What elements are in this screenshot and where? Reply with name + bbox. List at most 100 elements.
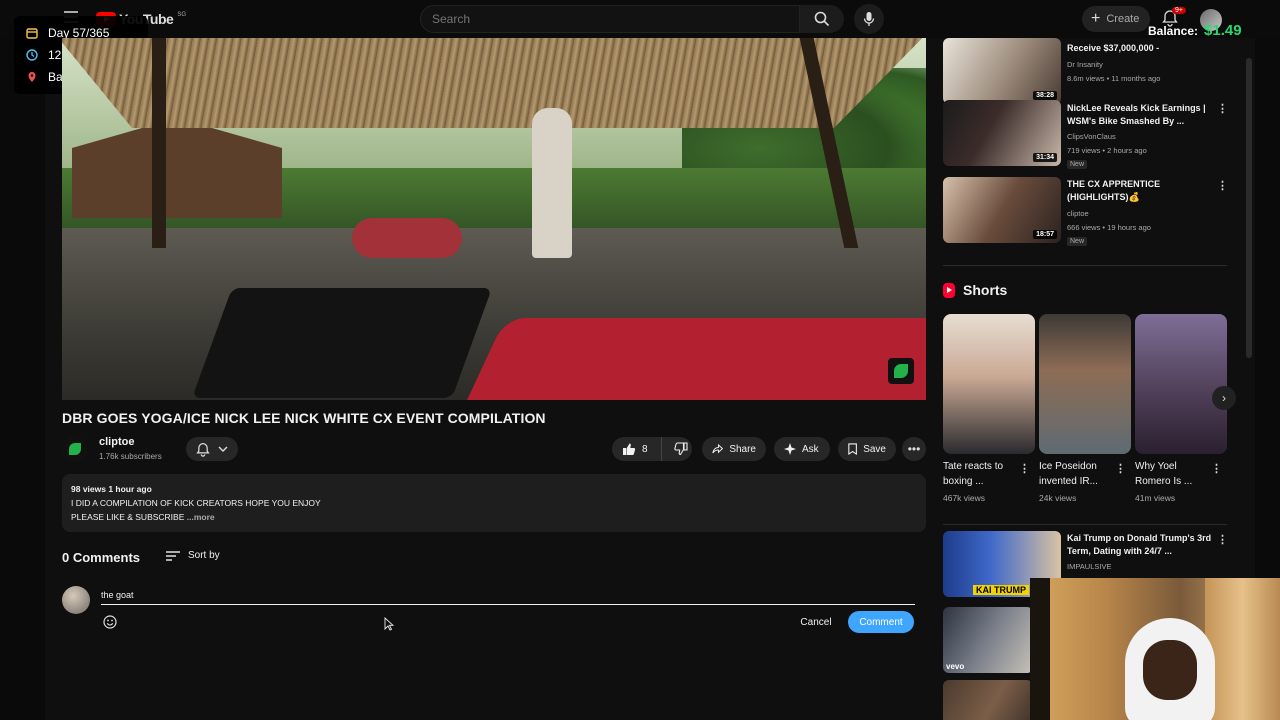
short-title[interactable]: Why Yoel Romero Is ... (1135, 459, 1211, 489)
short-title[interactable]: Ice Poseidon invented IR... (1039, 459, 1115, 489)
cliptoe-logo-icon (894, 364, 908, 378)
description-more-link[interactable]: ...more (187, 512, 215, 522)
search-icon (814, 11, 830, 27)
channel-name[interactable]: cliptoe (1067, 209, 1089, 218)
shorts-next-button[interactable]: › (1212, 386, 1236, 410)
share-label: Share (729, 443, 756, 455)
description-line-2: PLEASE LIKE & SUBSCRIBE ...more (71, 510, 917, 524)
divider (943, 265, 1227, 266)
bell-icon (196, 442, 210, 457)
sort-comments-button[interactable]: Sort by (166, 550, 220, 561)
chevron-right-icon: › (1222, 391, 1226, 405)
video-frame-mat (352, 218, 462, 258)
ask-button[interactable]: Ask (774, 437, 830, 461)
comments-count: 0 Comments (62, 550, 141, 565)
video-frame-cushion (458, 318, 926, 400)
channel-name[interactable]: ClipsVonClaus (1067, 132, 1116, 141)
sparkle-icon (784, 443, 796, 455)
video-duration: 31:34 (1033, 153, 1057, 162)
channel-name[interactable]: cliptoe (99, 436, 134, 448)
ask-label: Ask (802, 443, 819, 455)
notification-badge: 9+ (1172, 7, 1186, 14)
balance-overlay: Balance: $1.49 (1148, 22, 1242, 39)
share-button[interactable]: Share (702, 437, 766, 461)
webcam-shadow (1030, 578, 1050, 720)
video-title: DBR GOES YOGA/ICE NICK LEE NICK WHITE CX… (62, 410, 546, 426)
video-frame-post (152, 38, 166, 248)
video-frame-roof (62, 38, 926, 128)
dislike-button[interactable] (668, 442, 688, 456)
video-thumbnail[interactable]: vevo (943, 607, 1033, 673)
webcam-curtain (1205, 578, 1280, 720)
new-badge: New (1067, 160, 1088, 169)
top-bar: YouTube SG + Create 9+ (0, 0, 1280, 38)
more-vertical-icon[interactable]: ⋮ (1019, 462, 1030, 475)
balance-value: $1.49 (1204, 22, 1242, 39)
video-thumbnail[interactable]: 31:34 (943, 100, 1061, 166)
description-box[interactable]: 98 views 1 hour ago I DID A COMPILATION … (62, 474, 926, 532)
location-pin-icon (28, 72, 36, 82)
search-input[interactable] (421, 6, 799, 32)
more-vertical-icon[interactable]: ⋮ (1115, 462, 1126, 475)
view-count-and-date: 98 views 1 hour ago (71, 484, 152, 494)
video-thumbnail[interactable]: 38:28 (943, 38, 1061, 104)
sidebar-scrollbar[interactable] (1246, 58, 1252, 358)
recommended-video[interactable]: 38:28 Receive $37,000,000 - Dr Insanity … (943, 38, 1243, 108)
more-vertical-icon[interactable]: ⋮ (1211, 462, 1222, 475)
sort-label: Sort by (188, 550, 220, 561)
thumbs-up-icon (623, 443, 636, 455)
like-count: 8 (642, 443, 648, 455)
short-title[interactable]: Tate reacts to boxing ... (943, 459, 1019, 489)
video-title[interactable]: THE CX APPRENTICE (HIGHLIGHTS)💰 (1067, 178, 1215, 204)
submit-comment-button[interactable]: Comment (848, 611, 914, 633)
more-vertical-icon[interactable]: ⋮ (1217, 102, 1228, 115)
channel-name[interactable]: Dr Insanity (1067, 60, 1103, 69)
video-duration: 18:57 (1033, 230, 1057, 239)
video-player[interactable] (62, 38, 926, 400)
recommended-video[interactable]: 18:57 THE CX APPRENTICE (HIGHLIGHTS)💰 cl… (943, 177, 1243, 247)
balance-label: Balance: (1148, 23, 1199, 38)
share-icon (712, 443, 724, 454)
video-views: 666 views • 19 hours ago (1067, 223, 1151, 232)
create-button[interactable]: + Create (1082, 6, 1150, 32)
video-title[interactable]: NickLee Reveals Kick Earnings | WSM's Bi… (1067, 102, 1215, 128)
cancel-button[interactable]: Cancel (790, 611, 842, 633)
voice-search-button[interactable] (854, 4, 884, 34)
search-box (420, 5, 800, 33)
short-thumbnail[interactable] (1135, 314, 1227, 454)
channel-name[interactable]: IMPAULSIVE (1067, 562, 1111, 571)
short-views: 467k views (943, 493, 986, 503)
channel-watermark[interactable] (888, 358, 914, 384)
more-actions-button[interactable]: ••• (902, 437, 926, 461)
video-title[interactable]: Receive $37,000,000 - (1067, 42, 1215, 55)
divider (943, 524, 1227, 525)
shorts-label: Shorts (963, 282, 1008, 298)
more-vertical-icon[interactable]: ⋮ (1217, 179, 1228, 192)
subscriber-count: 1.76k subscribers (99, 452, 162, 461)
more-horizontal-icon: ••• (907, 442, 921, 456)
cliptoe-logo-icon (69, 443, 81, 455)
video-title[interactable]: Kai Trump on Donald Trump's 3rd Term, Da… (1067, 532, 1215, 558)
like-button[interactable]: 8 (612, 437, 662, 461)
description-line: I DID A COMPILATION OF KICK CREATORS HOP… (71, 498, 321, 508)
like-dislike-group: 8 (612, 437, 692, 461)
emoji-button[interactable] (101, 613, 119, 631)
create-label: Create (1106, 13, 1140, 25)
short-thumbnail[interactable] (1039, 314, 1131, 454)
subscribed-bell-button[interactable] (186, 437, 238, 461)
description-text: PLEASE LIKE & SUBSCRIBE (71, 512, 185, 522)
comment-input[interactable] (101, 585, 915, 605)
more-vertical-icon[interactable]: ⋮ (1217, 533, 1228, 546)
video-thumbnail[interactable]: 18:57 (943, 177, 1061, 243)
chevron-down-icon (218, 446, 228, 452)
mic-icon (863, 12, 875, 26)
bookmark-icon (848, 443, 857, 456)
video-views: 8.6m views • 11 months ago (1067, 74, 1161, 83)
video-thumbnail[interactable] (943, 680, 1033, 720)
save-button[interactable]: Save (838, 437, 896, 461)
webcam-person-face (1143, 640, 1197, 700)
short-thumbnail[interactable] (943, 314, 1035, 454)
recommended-video[interactable]: 31:34 NickLee Reveals Kick Earnings | WS… (943, 100, 1243, 170)
channel-avatar[interactable] (62, 436, 88, 462)
search-button[interactable] (800, 5, 844, 33)
